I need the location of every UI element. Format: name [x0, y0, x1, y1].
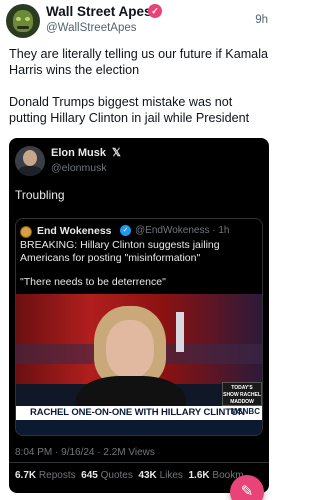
avatar-eye [16, 17, 21, 21]
video-person-face [106, 320, 154, 378]
embedded-author-name[interactable]: Elon Musk [51, 147, 106, 159]
quoted-author-handle[interactable]: @EndWokeness · 1h [135, 225, 229, 236]
post[interactable]: Wall Street Apes ✓ @WallStreetApes 9h Th… [0, 0, 279, 500]
quotes-label[interactable]: Quotes [101, 470, 133, 481]
compose-icon: ✎ [240, 483, 254, 500]
likes-label[interactable]: Likes [160, 470, 183, 481]
video-show-logo: TODAY'S SHOW RACHEL MADDOW [222, 382, 262, 406]
quoted-author-avatar[interactable] [20, 226, 32, 238]
quoted-text: BREAKING: Hillary Clinton suggests jaili… [20, 239, 260, 300]
divider [9, 462, 269, 463]
bookmarks-count[interactable]: 1.6K [189, 470, 210, 481]
quotes-count[interactable]: 645 [81, 470, 98, 481]
post-body: They are literally telling us our future… [9, 46, 271, 142]
author-avatar[interactable] [6, 4, 40, 38]
embedded-text: Troubling [15, 188, 65, 202]
quoted-paragraph: "There needs to be deterrence" [20, 276, 166, 288]
avatar-mouth [17, 26, 29, 29]
quoted-post[interactable]: End Wokeness ✓ @EndWokeness · 1h BREAKIN… [15, 218, 263, 436]
embedded-meta: 8:04 PM · 9/16/24 · 2.2M Views [15, 447, 155, 458]
post-paragraph: They are literally telling us our future… [9, 47, 268, 77]
post-paragraph: Donald Trumps biggest mistake was not pu… [9, 95, 250, 125]
avatar-body [18, 166, 42, 176]
network-logo: MSNBC [230, 407, 260, 416]
embedded-author-handle[interactable]: @elonmusk [51, 162, 107, 174]
video-lower-third-text: RACHEL ONE-ON-ONE WITH HILLARY CLINTON [30, 407, 245, 418]
video-monument [176, 312, 184, 352]
likes-count[interactable]: 43K [138, 470, 156, 481]
reposts-count[interactable]: 6.7K [15, 470, 36, 481]
video-ticker [16, 420, 262, 435]
video-player[interactable]: TODAY'S SHOW RACHEL MADDOW RACHEL ONE-ON… [16, 294, 262, 435]
embedded-post[interactable]: Elon Musk 𝕏 @elonmusk Troubling End Woke… [9, 138, 269, 493]
quoted-paragraph: BREAKING: Hillary Clinton suggests jaili… [20, 239, 220, 264]
avatar-head [23, 150, 37, 166]
verified-badge-icon: ✓ [120, 225, 131, 236]
avatar-eye [25, 17, 30, 21]
author-name[interactable]: Wall Street Apes [46, 4, 152, 19]
quoted-author-name[interactable]: End Wokeness [37, 225, 112, 237]
author-handle[interactable]: @WallStreetApes [46, 22, 137, 34]
embedded-author-avatar[interactable] [15, 146, 45, 176]
reposts-label[interactable]: Reposts [39, 470, 76, 481]
x-badge-icon: 𝕏 [112, 147, 121, 159]
post-time[interactable]: 9h [255, 14, 268, 26]
verified-badge-icon: ✓ [148, 4, 162, 18]
engagement-stats: 6.7K Reposts 645 Quotes 43K Likes 1.6K B… [15, 470, 244, 481]
